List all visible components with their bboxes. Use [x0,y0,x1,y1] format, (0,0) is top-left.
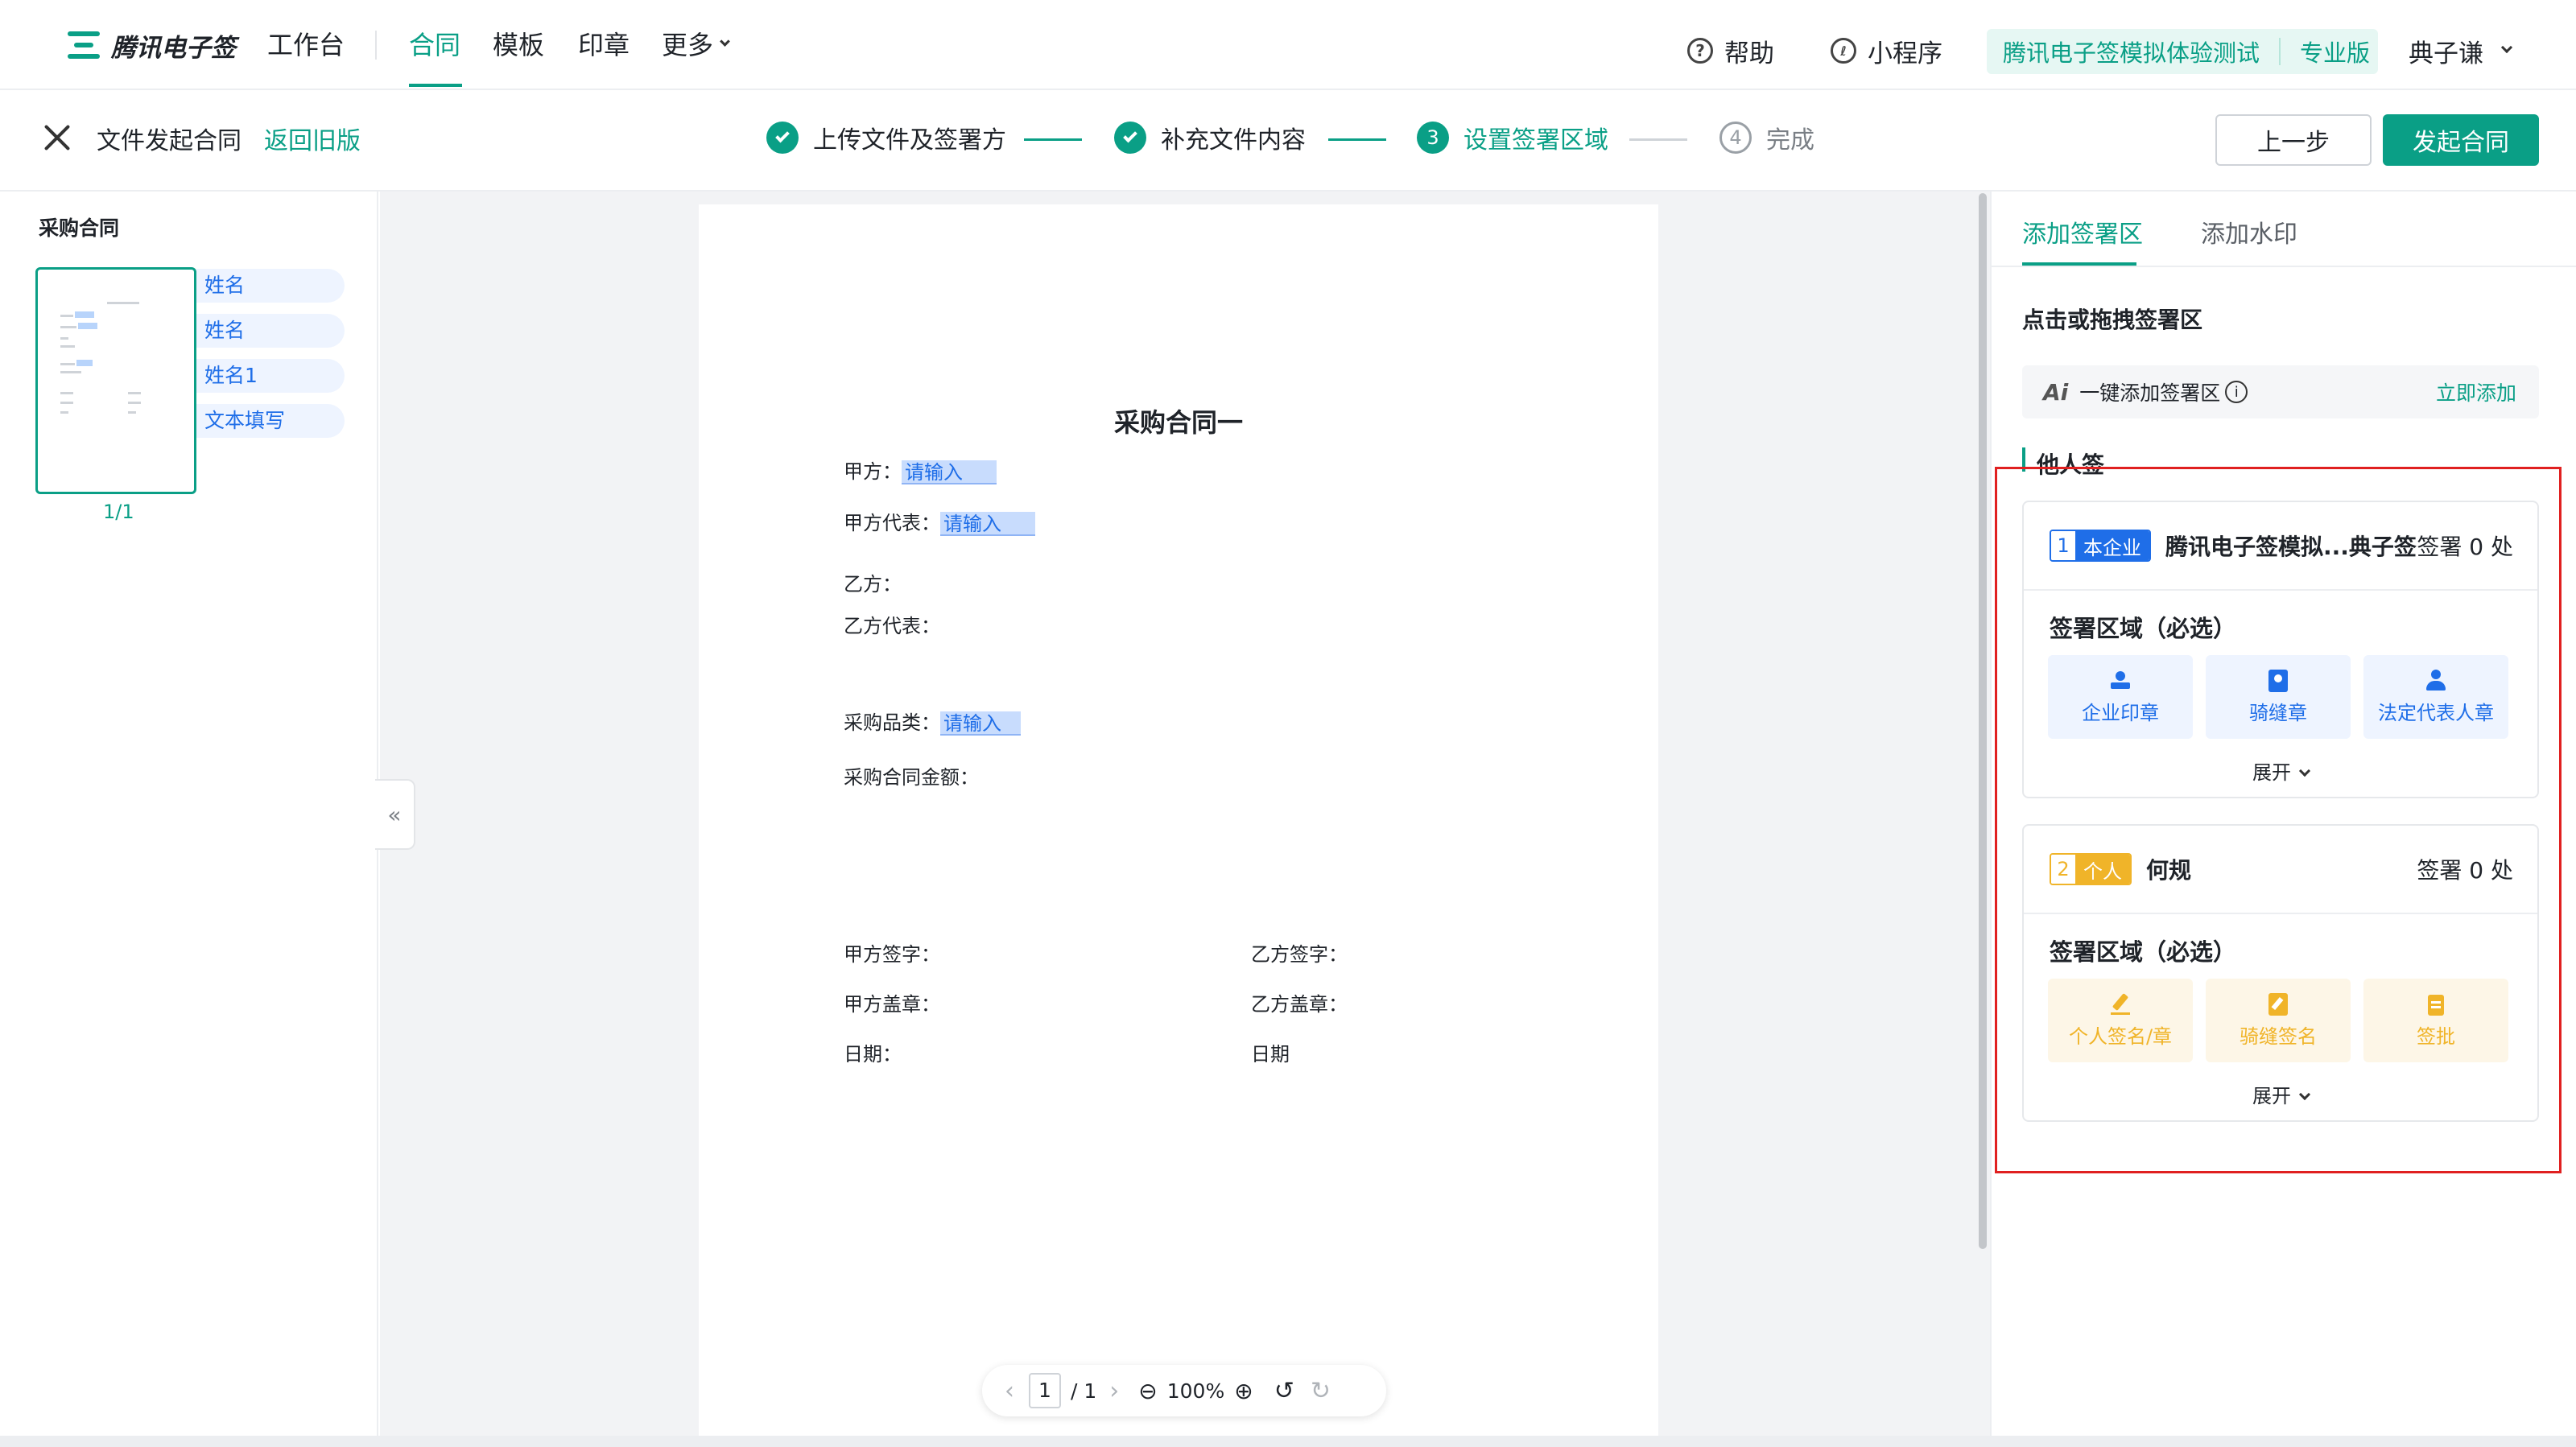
check-circle-icon [766,122,799,154]
document-page [699,204,1658,1447]
ai-auto-add-row: Ai 一键添加签署区 i 立即添加 [2022,365,2539,418]
org-divider [2279,38,2281,65]
step-fill-content: 补充文件内容 [1114,119,1306,156]
chevron-down-icon [720,35,730,47]
logo-icon [68,31,100,59]
category-label: 采购品类： [844,711,940,734]
close-icon[interactable] [43,124,71,151]
category-input[interactable]: 请输入 [940,711,1021,736]
chevron-down-icon [2500,41,2513,54]
document-title: 采购合同一 [1113,407,1243,438]
step-connector [1024,138,1082,141]
step-label: 设置签署区域 [1463,126,1608,155]
document-name: 采购合同 [39,216,120,240]
page-number-input[interactable]: 1 [1029,1373,1061,1408]
field-chip[interactable]: 姓名 [196,314,345,348]
field-chip[interactable]: 姓名1 [196,359,345,393]
page-indicator: 1/1 [103,501,134,523]
ai-add-now-button[interactable]: 立即添加 [2436,377,2516,406]
help-icon: ? [1687,38,1713,64]
date-b-label: 日期 [1251,1043,1290,1066]
step-set-sign-area: 3 设置签署区域 [1417,119,1608,156]
rotate-left-icon[interactable]: ↺ [1274,1377,1294,1405]
user-menu[interactable]: 典子谦 [2409,32,2513,69]
party-a-seal-label: 甲方盖章： [844,993,940,1016]
window-bottom-edge [0,1436,2576,1447]
nav-divider [375,31,377,60]
collapse-panel-button[interactable]: « [375,779,415,850]
tab-active-underline [2022,262,2136,266]
party-a-rep-line: 甲方代表： 请输入 [844,507,1035,536]
step-number-icon: 3 [1417,122,1449,154]
mini-program-label: 小程序 [1868,39,1942,68]
user-name: 典子谦 [2409,39,2483,68]
nav-contract[interactable]: 合同 [409,24,460,66]
step-upload: 上传文件及签署方 [766,119,1006,156]
edition-badge: 专业版 [2300,39,2371,67]
field-chip[interactable]: 文本填写 [196,404,345,438]
brand-logo[interactable]: 腾讯电子签 [68,24,236,66]
ai-icon: Ai [2043,378,2069,406]
check-circle-icon [1114,122,1146,154]
mini-program-icon: ℓ [1831,38,1856,64]
party-a-input[interactable]: 请输入 [902,460,997,484]
ai-auto-add-label: 一键添加签署区 [2079,381,2221,405]
date-a-label: 日期： [844,1043,902,1066]
brand-name: 腾讯电子签 [111,33,236,63]
nav-seal[interactable]: 印章 [578,24,630,66]
nav-more[interactable]: 更多 [662,24,730,66]
party-a-sign-label: 甲方签字： [844,943,940,966]
party-a-rep-label: 甲方代表： [844,512,940,534]
zoom-out-icon[interactable]: ⊖ [1138,1378,1157,1404]
start-contract-button[interactable]: 发起合同 [2383,114,2539,166]
highlight-annotation-box [1995,467,2562,1173]
mini-program-link[interactable]: ℓ 小程序 [1831,32,1942,69]
org-name: 腾讯电子签模拟体验测试 [2003,39,2260,67]
page-title: 文件发起合同 [97,127,242,155]
step-label: 上传文件及签署方 [813,126,1006,155]
page-thumbnail[interactable] [35,267,196,494]
nav-template[interactable]: 模板 [493,24,544,66]
amount-label: 采购合同金额： [844,766,979,789]
zoom-level: 100% [1166,1379,1225,1403]
rotate-right-icon[interactable]: ↻ [1311,1377,1331,1405]
party-b-rep-label: 乙方代表： [844,615,940,637]
tab-add-watermark[interactable]: 添加水印 [2201,214,2297,249]
party-b-sign-label: 乙方签字： [1251,943,1348,966]
info-icon[interactable]: i [2225,381,2248,403]
help-link[interactable]: ? 帮助 [1687,32,1774,69]
party-a-label: 甲方： [844,460,902,483]
party-b-seal-label: 乙方盖章： [1251,993,1348,1016]
back-to-old-version-link[interactable]: 返回旧版 [264,121,361,156]
party-a-line: 甲方： 请输入 [844,456,997,484]
nav-active-underline [409,84,462,87]
page-total: / 1 [1071,1379,1097,1403]
step-complete: 4 完成 [1719,119,1814,156]
nav-workbench[interactable]: 工作台 [267,24,345,66]
page-zoom-toolbar: ‹ 1 / 1 › ⊖ 100% ⊕ ↺ ↻ [982,1365,1386,1416]
drag-hint-title: 点击或拖拽签署区 [2022,307,2203,333]
step-number-icon: 4 [1719,122,1752,154]
zoom-in-icon[interactable]: ⊕ [1234,1378,1253,1404]
next-page-icon[interactable]: › [1109,1377,1119,1405]
help-label: 帮助 [1724,39,1774,68]
step-label: 完成 [1766,126,1814,155]
step-label: 补充文件内容 [1161,126,1306,155]
field-chip[interactable]: 姓名 [196,269,345,303]
step-connector [1328,138,1386,141]
party-a-rep-input[interactable]: 请输入 [940,512,1035,536]
step-connector [1629,138,1687,141]
tab-divider [1992,266,2576,267]
canvas-scrollbar[interactable] [1979,193,1987,1249]
party-b-label: 乙方： [844,573,902,596]
tab-add-sign-area[interactable]: 添加签署区 [2022,214,2143,249]
nav-more-label: 更多 [662,30,714,60]
prev-page-icon[interactable]: ‹ [1005,1377,1014,1405]
category-line: 采购品类： 请输入 [844,707,1021,736]
prev-step-button[interactable]: 上一步 [2215,114,2372,166]
org-switcher[interactable]: 腾讯电子签模拟体验测试 专业版 [1987,29,2378,74]
